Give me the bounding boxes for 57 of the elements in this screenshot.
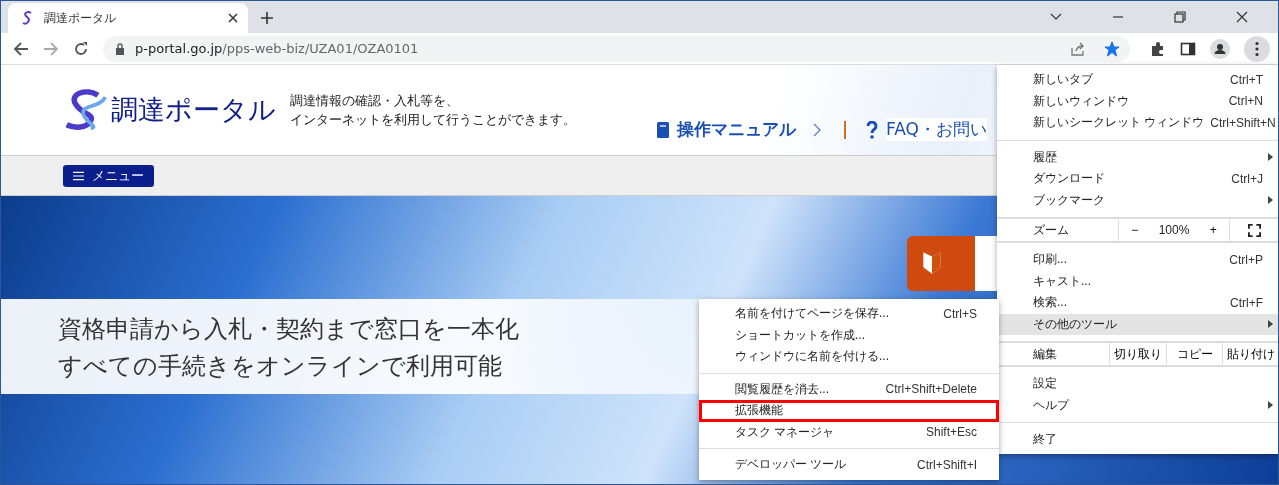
menu-item[interactable]: キャスト...	[997, 270, 1278, 292]
share-icon[interactable]	[1070, 40, 1086, 57]
zoom-label: ズーム	[997, 219, 1119, 241]
submenu-arrow-icon	[1268, 153, 1273, 162]
tagline: 調達情報の確認・入札等を、 インターネットを利用して行うことができます。	[290, 92, 576, 129]
profile-icon[interactable]	[1210, 38, 1230, 59]
banner-text: 資格申請から入札・契約まで窓口を一本化 すべての手続きをオンラインで利用可能	[1, 299, 701, 394]
zoom-out-button[interactable]: −	[1127, 223, 1143, 237]
menu-item[interactable]: 名前を付けてページを保存... Ctrl+S	[699, 303, 999, 325]
menu-item[interactable]: 設定	[997, 373, 1278, 395]
book-icon	[656, 120, 670, 139]
menu-item[interactable]: デベロッパー ツール Ctrl+Shift+I	[699, 454, 999, 476]
menu-item[interactable]: ショートカットを作成...	[699, 324, 999, 346]
menu-icon	[73, 170, 84, 181]
faq-link[interactable]: FAQ・お問い	[886, 118, 987, 141]
menu-item[interactable]: 新しいウィンドウ Ctrl+N	[997, 90, 1278, 112]
menu-item[interactable]: 履歴	[997, 146, 1278, 168]
submenu-arrow-icon	[1268, 401, 1273, 410]
zoom-in-button[interactable]: +	[1205, 223, 1221, 237]
close-icon[interactable]	[1236, 11, 1248, 23]
logo-text[interactable]: 調達ポータル	[111, 92, 276, 128]
menu-item[interactable]: ヘルプ	[997, 394, 1278, 416]
fullscreen-icon[interactable]	[1248, 223, 1261, 237]
menu-item[interactable]: ブックマーク	[997, 189, 1278, 211]
back-icon[interactable]	[13, 40, 29, 57]
logo-icon	[63, 89, 109, 131]
menu-button[interactable]: メニュー	[63, 164, 154, 187]
plus-icon[interactable]	[261, 12, 273, 24]
browser-tab[interactable]: 調達ポータル	[8, 3, 248, 33]
zoom-value: 100%	[1158, 223, 1190, 237]
manual-link[interactable]: 操作マニュアル	[677, 118, 796, 141]
side-panel-icon[interactable]	[1180, 40, 1196, 57]
menu-item[interactable]: ダウンロード Ctrl+J	[997, 168, 1278, 190]
menu-item[interactable]: 拡張機能	[699, 400, 999, 422]
submenu-arrow-icon	[1268, 196, 1273, 205]
menu-item[interactable]: ウィンドウに名前を付ける...	[699, 346, 999, 368]
tab-title: 調達ポータル	[44, 9, 117, 27]
reload-icon[interactable]	[73, 40, 89, 57]
star-icon[interactable]	[1104, 40, 1120, 57]
menu-item[interactable]: タスク マネージャ Shift+Esc	[699, 421, 999, 443]
menu-item[interactable]: 新しいシークレット ウィンドウ Ctrl+Shift+N	[997, 112, 1278, 134]
menu-item[interactable]: 印刷... Ctrl+P	[997, 249, 1278, 271]
restore-icon[interactable]	[1174, 11, 1186, 23]
chevron-right-icon	[813, 122, 821, 137]
menu-item[interactable]: 検索... Ctrl+F	[997, 292, 1278, 314]
question-icon	[865, 120, 879, 139]
menu-item[interactable]: 閲覧履歴を消去... Ctrl+Shift+Delete	[699, 378, 999, 400]
menu-icon[interactable]	[1244, 35, 1270, 62]
menu-item[interactable]: 新しいタブ Ctrl+T	[997, 69, 1278, 91]
menu-item[interactable]: 終了	[997, 429, 1278, 451]
beginner-mark-icon	[921, 250, 943, 276]
puzzle-icon[interactable]	[1150, 40, 1166, 57]
close-icon[interactable]	[228, 13, 238, 23]
lock-icon	[115, 42, 125, 55]
address-bar[interactable]: p-portal.go.jp/pps-web-biz/UZA01/OZA0101	[103, 35, 1130, 62]
submenu-arrow-icon	[1268, 320, 1273, 329]
menu-item[interactable]: その他のツール	[997, 313, 1278, 335]
